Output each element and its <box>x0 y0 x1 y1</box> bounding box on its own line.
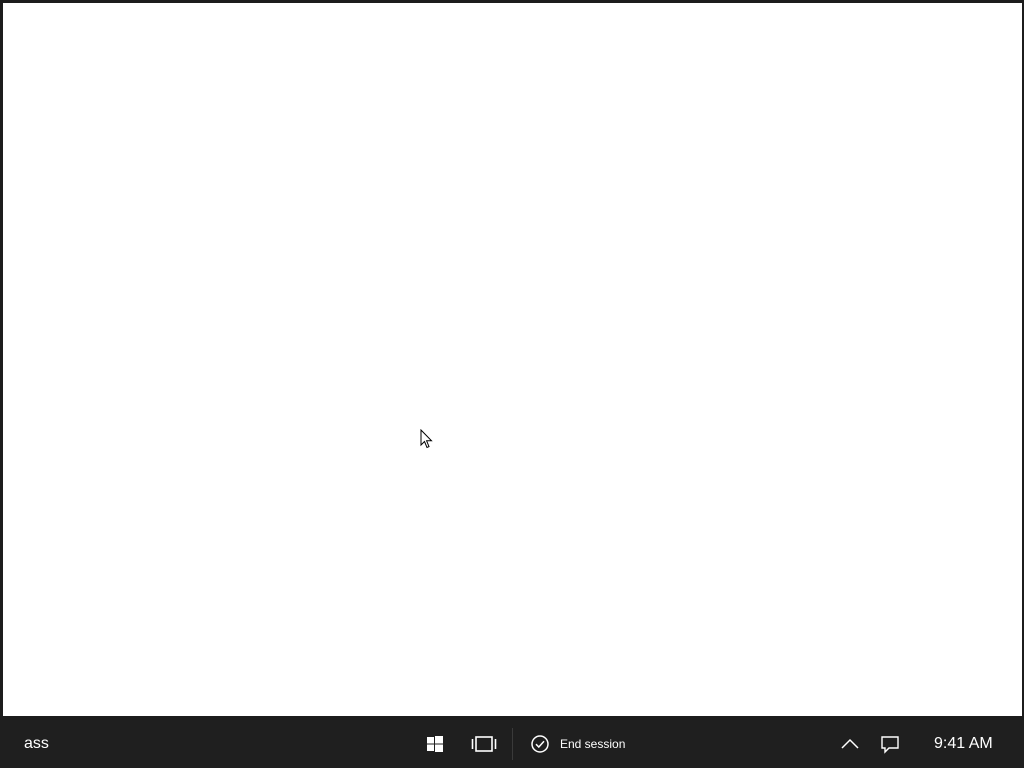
desktop-screen: ass End session 9:41 AM <box>0 0 1024 768</box>
task-view-icon[interactable] <box>471 732 497 756</box>
mouse-cursor-icon <box>420 429 433 449</box>
end-session-label: End session <box>560 737 626 751</box>
blank-app-window[interactable] <box>3 3 1022 716</box>
taskbar-divider <box>512 728 513 760</box>
end-session-button[interactable]: End session <box>530 732 625 756</box>
check-circle-icon <box>531 735 549 753</box>
taskbar-clock[interactable]: 9:41 AM <box>934 734 993 754</box>
chevron-up-icon[interactable] <box>837 732 863 756</box>
taskbar: ass End session 9:41 AM <box>0 720 1024 768</box>
action-center-icon[interactable] <box>877 732 903 756</box>
taskbar-app-label[interactable]: ass <box>24 734 49 754</box>
windows-logo-icon[interactable] <box>422 732 448 756</box>
